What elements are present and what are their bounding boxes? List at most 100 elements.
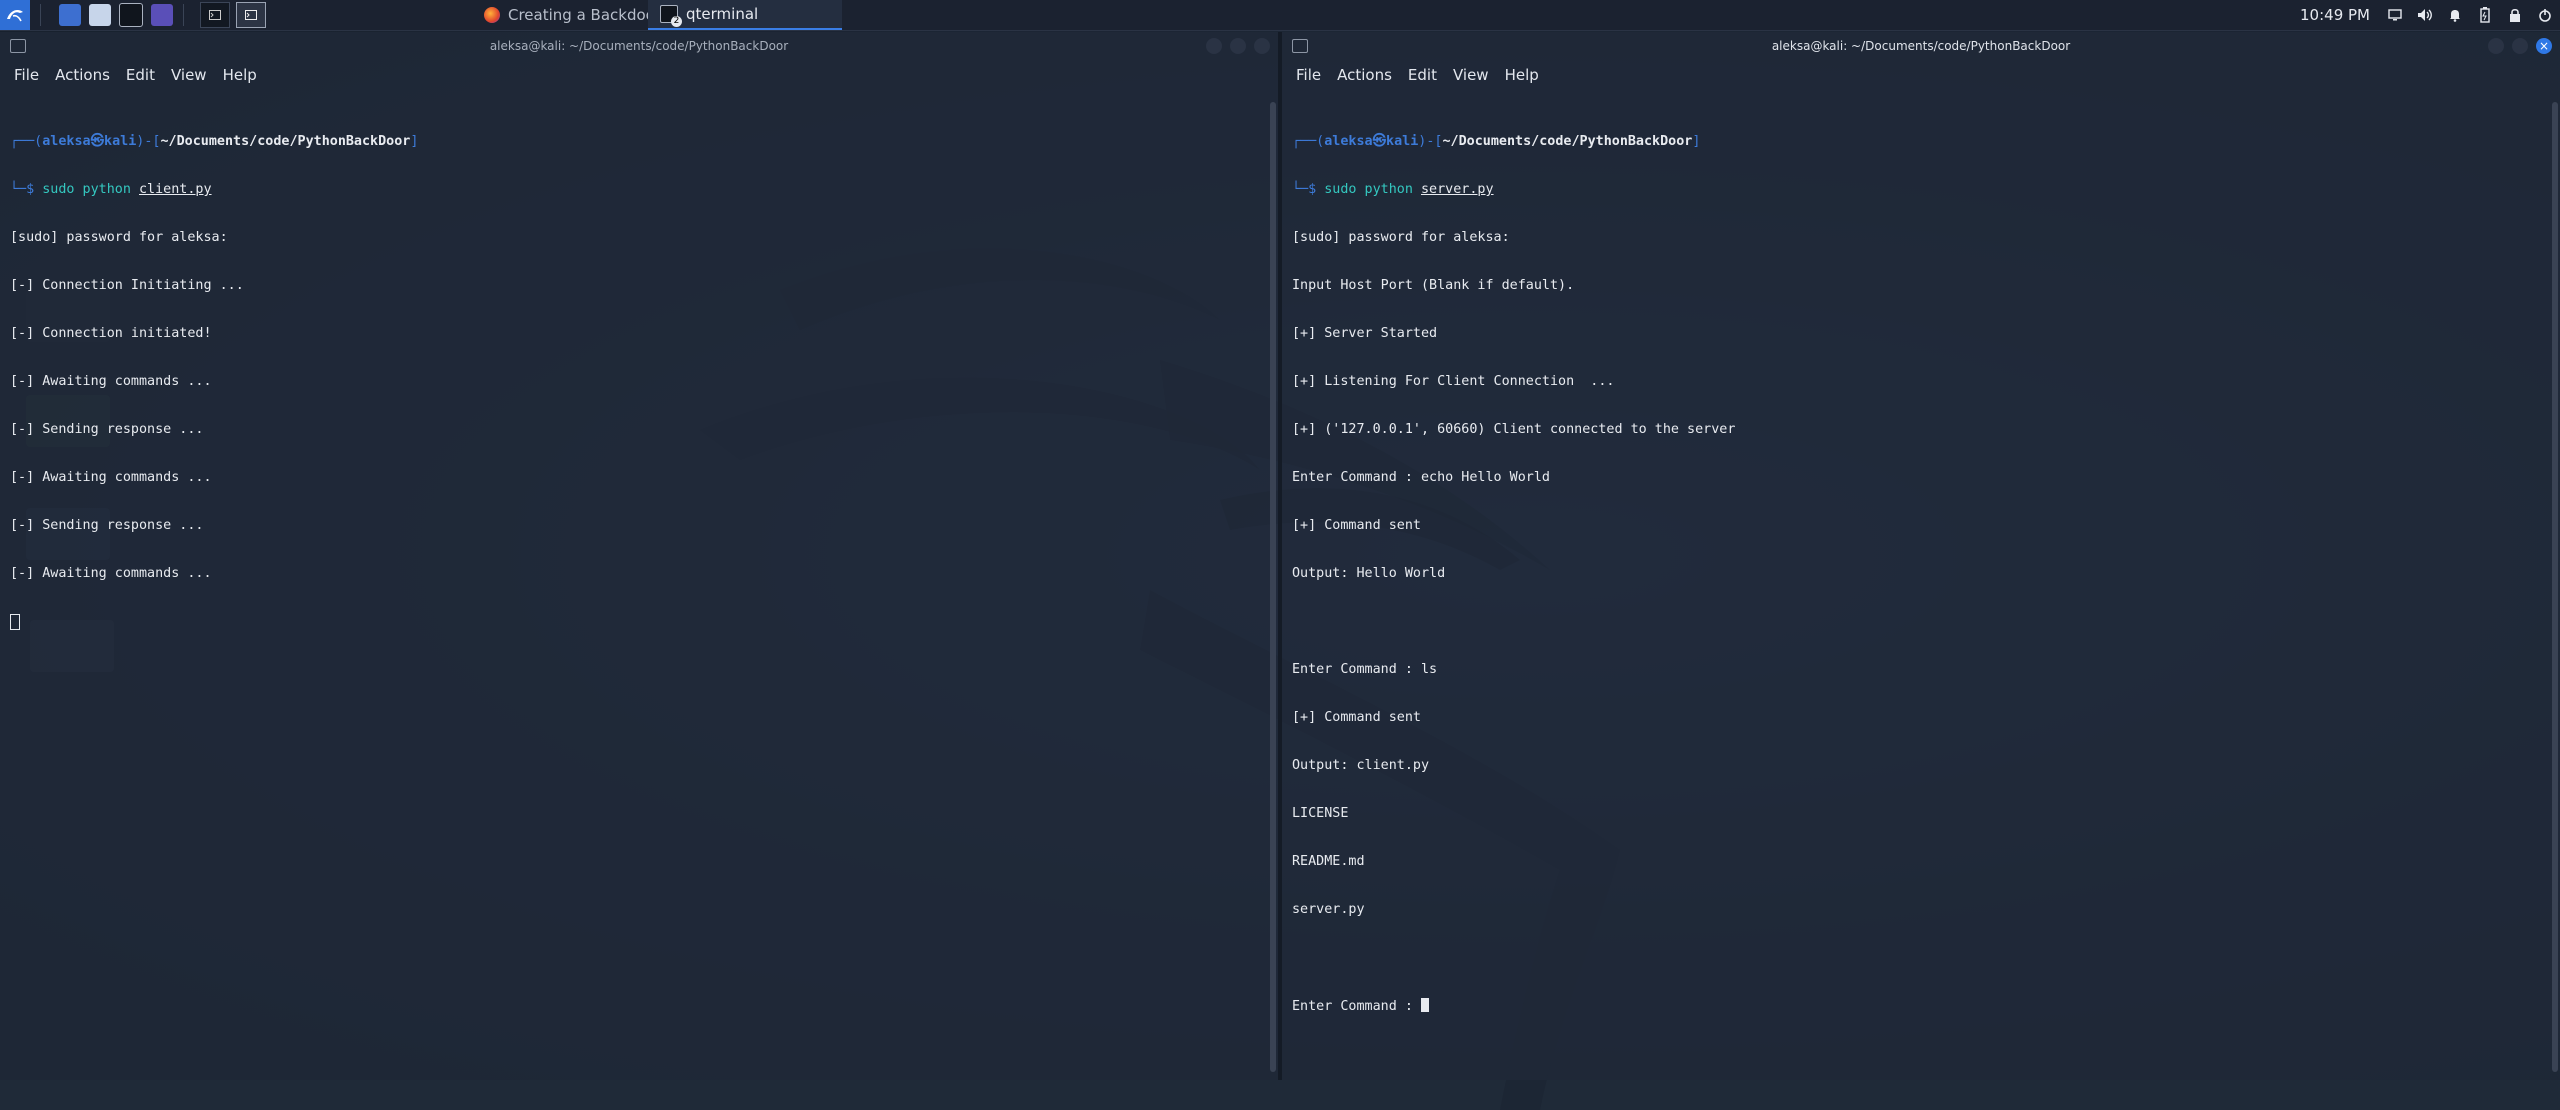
volume-icon[interactable]	[2416, 6, 2434, 24]
window-buttons	[1198, 38, 1270, 54]
output-line: Input Host Port (Blank if default).	[1292, 278, 1575, 293]
menubar: File Actions Edit View Help	[1282, 60, 2560, 90]
command-arg: server.py	[1421, 182, 1494, 197]
output-line: Output: Hello World	[1292, 566, 1446, 581]
terminal-output[interactable]: ┌──(aleksa㉿kali)-[~/Documents/code/Pytho…	[1292, 102, 2546, 1080]
output-line: [-] Awaiting commands ...	[10, 374, 212, 389]
window-title: aleksa@kali: ~/Documents/code/PythonBack…	[1771, 39, 2071, 53]
output-line: server.py	[1292, 902, 1365, 917]
output-line: [+] ('127.0.0.1', 60660) Client connecte…	[1292, 422, 1736, 437]
output-line: [+] Server Started	[1292, 326, 1438, 341]
close-button[interactable]	[1254, 38, 1270, 54]
taskbar: Creating a Backdoor in ... 2 qterminal	[472, 0, 842, 30]
window-menu-icon[interactable]	[10, 39, 26, 53]
prompt-path: ~/Documents/code/PythonBackDoor	[1442, 134, 1693, 149]
display-icon[interactable]	[2386, 6, 2404, 24]
menubar: File Actions Edit View Help	[0, 60, 1278, 90]
launcher	[0, 0, 266, 30]
window-menu-icon[interactable]	[1292, 39, 1308, 53]
maximize-button[interactable]	[1230, 38, 1246, 54]
output-line: [-] Connection initiated!	[10, 326, 212, 341]
terminal-window-client[interactable]: aleksa@kali: ~/Documents/code/PythonBack…	[0, 32, 1278, 1080]
notifications-bell-icon[interactable]	[2446, 6, 2464, 24]
command-python: python	[74, 182, 139, 197]
close-icon: ×	[2538, 39, 2550, 53]
prompt-path: ~/Documents/code/PythonBackDoor	[160, 134, 411, 149]
kali-menu-button[interactable]	[0, 0, 30, 30]
scrollbar[interactable]	[2552, 102, 2558, 1072]
task-label: Creating a Backdoor in ...	[508, 6, 648, 24]
task-label: qterminal	[686, 5, 759, 23]
minimize-button[interactable]	[1206, 38, 1222, 54]
lock-screen-icon[interactable]	[2506, 6, 2524, 24]
task-count-badge: 2	[671, 16, 682, 27]
menu-file[interactable]: File	[1288, 66, 1329, 84]
prompt-user: aleksa㉿kali	[42, 134, 137, 149]
menu-edit[interactable]: Edit	[1400, 66, 1445, 84]
output-line: [-] Awaiting commands ...	[10, 470, 212, 485]
output-line: [sudo] password for aleksa:	[1292, 230, 1510, 245]
prompt-line: ┌──(aleksa㉿kali)-[~/Documents/code/Pytho…	[1292, 134, 2546, 150]
menu-actions[interactable]: Actions	[1329, 66, 1400, 84]
menu-view[interactable]: View	[163, 66, 215, 84]
power-manager-icon[interactable]	[2476, 6, 2494, 24]
prompt-frame: └─$	[1292, 182, 1325, 197]
logout-icon[interactable]	[2536, 6, 2554, 24]
prompt-frame: )-[	[136, 134, 161, 149]
menu-help[interactable]: Help	[1497, 66, 1547, 84]
output-line: [+] Command sent	[1292, 710, 1421, 725]
terminal-launcher-icon[interactable]	[119, 3, 143, 27]
input-line[interactable]: Enter Command :	[1292, 998, 2546, 1014]
cursor-line	[10, 614, 1264, 630]
output-line: Enter Command : echo Hello World	[1292, 470, 1550, 485]
menu-view[interactable]: View	[1445, 66, 1497, 84]
menu-help[interactable]: Help	[215, 66, 265, 84]
kali-logo-icon	[7, 10, 23, 22]
command-sudo: sudo	[42, 182, 75, 197]
task-qterminal[interactable]: 2 qterminal	[648, 0, 842, 30]
output-line: Output: client.py	[1292, 758, 1430, 773]
command-line: └─$ sudo python client.py	[10, 182, 1264, 198]
top-panel: Creating a Backdoor in ... 2 qterminal 1…	[0, 0, 2560, 31]
command-arg: client.py	[139, 182, 212, 197]
prompt-frame: )-[	[1418, 134, 1443, 149]
prompt-frame: ]	[1692, 134, 1701, 149]
menu-edit[interactable]: Edit	[118, 66, 163, 84]
close-button[interactable]: ×	[2536, 38, 2552, 54]
clock[interactable]: 10:49 PM	[2300, 6, 2370, 24]
maximize-button[interactable]	[2512, 38, 2528, 54]
firefox-icon	[484, 7, 500, 23]
task-browser[interactable]: Creating a Backdoor in ...	[472, 0, 648, 30]
terminal-cursor	[10, 614, 20, 630]
minimize-button[interactable]	[2488, 38, 2504, 54]
window-titlebar[interactable]: aleksa@kali: ~/Documents/code/PythonBack…	[1282, 32, 2560, 60]
scrollbar[interactable]	[1270, 102, 1276, 1072]
output-line: [-] Sending response ...	[10, 518, 204, 533]
output-line: Enter Command : ls	[1292, 662, 1438, 677]
workspace-2[interactable]	[236, 2, 266, 28]
show-desktop-icon[interactable]	[59, 4, 81, 26]
terminal-window-server[interactable]: aleksa@kali: ~/Documents/code/PythonBack…	[1282, 32, 2560, 1080]
file-manager-icon[interactable]	[89, 4, 111, 26]
output-line: [+] Listening For Client Connection ...	[1292, 374, 1615, 389]
terminal-icon	[245, 10, 257, 20]
workspace-1[interactable]	[200, 2, 230, 28]
command-sudo: sudo	[1324, 182, 1357, 197]
menu-actions[interactable]: Actions	[47, 66, 118, 84]
output-line: LICENSE	[1292, 806, 1349, 821]
input-prompt: Enter Command :	[1292, 999, 1421, 1014]
window-titlebar[interactable]: aleksa@kali: ~/Documents/code/PythonBack…	[0, 32, 1278, 60]
window-title: aleksa@kali: ~/Documents/code/PythonBack…	[489, 39, 789, 53]
terminal-icon: 2	[660, 5, 682, 27]
prompt-frame: ┌──(	[1292, 134, 1325, 149]
output-line: [+] Command sent	[1292, 518, 1421, 533]
browser-launcher-icon[interactable]	[151, 4, 173, 26]
output-line: [-] Connection Initiating ...	[10, 278, 244, 293]
terminal-output[interactable]: ┌──(aleksa㉿kali)-[~/Documents/code/Pytho…	[10, 102, 1264, 1080]
command-line: └─$ sudo python server.py	[1292, 182, 2546, 198]
panel-separator	[183, 4, 184, 26]
panel-separator	[40, 4, 41, 26]
menu-file[interactable]: File	[6, 66, 47, 84]
